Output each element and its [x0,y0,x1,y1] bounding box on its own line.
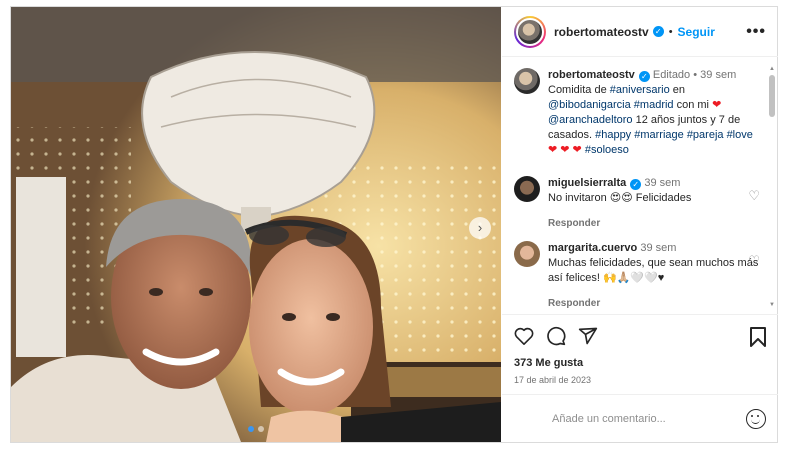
like-heart-icon[interactable] [514,327,534,348]
commenter-username[interactable]: miguelsierralta [548,177,626,189]
scroll-up-icon[interactable]: ▲ [768,65,776,73]
author-avatar[interactable] [514,15,546,48]
hearts-emoji: ❤ ❤ ❤ [548,144,582,156]
caption-separator: • [693,69,698,81]
caption-username[interactable]: robertomateostv [548,69,635,81]
comment-text: No invitaron 😍😍 Felicidades [548,192,692,204]
caption-text: con mi [673,99,713,111]
hashtag-link[interactable]: #madrid [634,99,674,111]
post-actions: 373 Me gusta 17 de abril de 2023 [502,314,778,385]
hashtag-link[interactable]: #aniversario [610,84,670,96]
scroll-down-icon[interactable]: ▼ [768,301,776,309]
caption-text: en [669,84,685,96]
comment-time: 39 sem [640,242,677,254]
comment-item: margarita.cuervo 39 sem Muchas felicidad… [514,241,760,311]
caption-text: Comidita de [548,84,610,96]
likes-count[interactable]: 373 Me gusta [514,357,766,369]
mention-link[interactable]: @bibodanigarcia [548,99,631,111]
follow-button[interactable]: Seguir [678,25,715,39]
commenter-avatar[interactable] [514,176,540,202]
instagram-post: › robertomateostv ✓ • Seguir ••• roberto… [10,6,778,443]
post-header: robertomateostv ✓ • Seguir ••• [502,7,778,57]
header-separator: • [668,25,673,38]
verified-icon: ✓ [652,26,664,37]
commenter-avatar[interactable] [514,241,540,267]
commenter-username[interactable]: margarita.cuervo [548,242,637,254]
comment-icon[interactable] [546,326,566,349]
carousel-dot [248,426,254,432]
caption-time: 39 sem [700,69,737,81]
comment-text: Muchas felicidades, que sean muchos más … [548,257,759,284]
mention-link[interactable]: @aranchadeltoro [548,114,633,126]
verified-icon: ✓ [638,71,650,82]
caption-avatar[interactable] [514,68,540,94]
comments-list[interactable]: robertomateostv ✓ Editado • 39 sem Comidi… [502,58,778,314]
author-username[interactable]: robertomateostv [554,25,649,39]
heart-emoji: ❤ [712,99,722,111]
next-photo-button[interactable]: › [469,217,491,239]
scrollbar-thumb[interactable] [769,75,775,117]
add-comment-input[interactable]: Añade un comentario... [552,413,746,425]
save-bookmark-icon[interactable] [750,327,766,350]
post-date: 17 de abril de 2023 [514,375,592,385]
emoji-picker-icon[interactable] [746,408,766,429]
reply-button[interactable]: Responder [548,296,760,311]
comments-scrollbar[interactable]: ▲ ▼ [768,65,776,309]
post-sidebar: robertomateostv ✓ • Seguir ••• robertoma… [502,7,778,442]
comment-item: miguelsierralta ✓ 39 sem No invitaron 😍😍 … [514,176,760,231]
share-icon[interactable] [578,326,598,349]
carousel-dots [248,426,264,432]
post-photo[interactable]: › [11,7,501,442]
edited-label: Editado [652,69,691,81]
hashtag-link[interactable]: #happy #marriage #pareja #love [595,129,753,141]
carousel-dot [258,426,264,432]
like-comment-icon[interactable]: ♡ [748,188,760,204]
verified-icon: ✓ [630,179,642,190]
hashtag-link[interactable]: #soloeso [585,144,629,156]
comment-time: 39 sem [644,177,681,189]
photo-illustration [11,7,501,442]
more-options-icon[interactable]: ••• [746,23,766,41]
caption: robertomateostv ✓ Editado • 39 sem Comidi… [514,68,760,158]
like-comment-icon[interactable]: ♡ [748,253,760,269]
add-comment-bar: Añade un comentario... [502,394,778,442]
reply-button[interactable]: Responder [548,216,760,231]
